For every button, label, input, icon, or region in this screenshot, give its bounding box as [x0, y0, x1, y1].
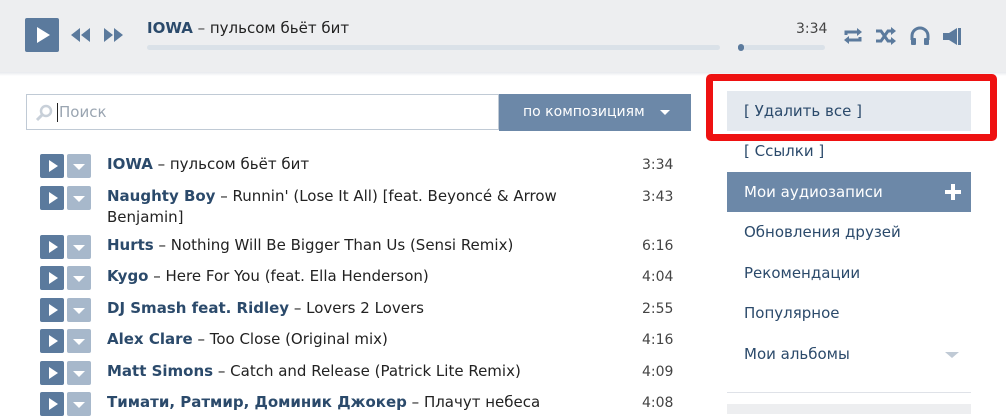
- shuffle-icon: [876, 27, 896, 45]
- plus-icon[interactable]: [945, 184, 961, 200]
- volume-handle[interactable]: [738, 44, 744, 51]
- broadcast-button[interactable]: [941, 25, 963, 47]
- volume-slider[interactable]: [738, 44, 825, 51]
- track-duration: 2:55: [642, 301, 674, 317]
- track-title[interactable]: Lovers 2 Lovers: [306, 299, 424, 317]
- sidebar-item-label: Обновления друзей: [744, 223, 901, 241]
- search-input[interactable]: [59, 95, 489, 129]
- links-label: [ Ссылки ]: [744, 142, 825, 160]
- track-label: Alex Clare – Too Close (Original mix): [107, 330, 388, 348]
- track-more-button[interactable]: [67, 154, 91, 178]
- track-more-button[interactable]: [67, 361, 91, 385]
- delete-all-link[interactable]: [ Удалить все ]: [727, 91, 971, 131]
- track-label: Kygo – Here For You (feat. Ella Henderso…: [107, 267, 429, 285]
- track-more-button[interactable]: [67, 392, 91, 416]
- next-icon: [104, 28, 123, 42]
- previous-track-button[interactable]: [70, 26, 92, 44]
- track-duration: 6:16: [642, 238, 674, 254]
- track-label: DJ Smash feat. Ridley – Lovers 2 Lovers: [107, 299, 424, 317]
- track-artist[interactable]: Hurts: [107, 236, 154, 254]
- track-artist[interactable]: Naughty Boy: [107, 187, 215, 205]
- track-label: Naughty Boy – Runnin' (Lose It All) [fea…: [107, 187, 557, 226]
- sidebar-item-recommendations[interactable]: Рекомендации: [727, 253, 971, 293]
- sidebar-item-my-albums[interactable]: Мои альбомы: [727, 334, 971, 374]
- title-separator: –: [192, 19, 210, 37]
- track-title[interactable]: Runnin' (Lose It All) [feat. Beyoncé & A…: [233, 187, 557, 205]
- now-playing-time: 3:34: [796, 21, 828, 37]
- track-label: Matt Simons – Catch and Release (Patrick…: [107, 362, 521, 380]
- search-filter-label: по композициям: [523, 104, 645, 120]
- search-filter-dropdown[interactable]: по композициям: [499, 94, 691, 131]
- broadcast-icon: [943, 28, 961, 45]
- track-artist[interactable]: Matt Simons: [107, 362, 213, 380]
- sidebar-item-label: Рекомендации: [744, 264, 861, 282]
- track-play-button[interactable]: [40, 186, 64, 210]
- track-label: Hurts – Nothing Will Be Bigger Than Us (…: [107, 236, 514, 254]
- track-more-button[interactable]: [67, 186, 91, 210]
- play-button[interactable]: [25, 18, 59, 52]
- sidebar-divider: [727, 392, 971, 393]
- track-more-button[interactable]: [67, 298, 91, 322]
- track-more-button[interactable]: [67, 266, 91, 290]
- track-title[interactable]: Плачут небеса: [424, 393, 540, 411]
- sidebar-footer-block: [727, 404, 971, 414]
- track-duration: 4:16: [642, 332, 674, 348]
- sidebar-item-label: Мои аудиозаписи: [744, 183, 883, 201]
- track-play-button[interactable]: [40, 329, 64, 353]
- previous-icon: [71, 28, 90, 42]
- track-artist[interactable]: DJ Smash feat. Ridley: [107, 299, 289, 317]
- track-artist[interactable]: IOWA: [107, 155, 153, 173]
- track-duration: 4:08: [642, 395, 674, 411]
- chevron-down-icon: [660, 110, 670, 115]
- track-play-button[interactable]: [40, 392, 64, 416]
- sidebar-item-popular[interactable]: Популярное: [727, 293, 971, 333]
- headphones-button[interactable]: [909, 25, 931, 47]
- track-title[interactable]: Catch and Release (Patrick Lite Remix): [230, 362, 521, 380]
- track-title[interactable]: пульсом бьёт бит: [170, 155, 309, 173]
- next-track-button[interactable]: [102, 26, 124, 44]
- sidebar-item-label: Мои альбомы: [744, 345, 850, 363]
- track-title[interactable]: Here For You (feat. Ella Henderson): [166, 267, 429, 285]
- track-duration: 3:43: [642, 189, 674, 205]
- track-title[interactable]: Too Close (Original mix): [210, 330, 388, 348]
- progress-bar[interactable]: [147, 45, 720, 50]
- headphones-icon: [910, 26, 930, 45]
- track-more-button[interactable]: [67, 329, 91, 353]
- track-more-button[interactable]: [67, 235, 91, 259]
- track-play-button[interactable]: [40, 361, 64, 385]
- shuffle-button[interactable]: [875, 25, 897, 47]
- track-artist[interactable]: Тимати, Ратмир, Доминик Джокер: [107, 393, 407, 411]
- track-duration: 4:04: [642, 269, 674, 285]
- search-icon: [35, 104, 53, 122]
- track-play-button[interactable]: [40, 235, 64, 259]
- track-label: Тимати, Ратмир, Доминик Джокер – Плачут …: [107, 393, 541, 411]
- track-label: IOWA – пульсом бьёт бит: [107, 155, 310, 173]
- track-play-button[interactable]: [40, 154, 64, 178]
- sidebar-item-my-audio[interactable]: Мои аудиозаписи: [727, 172, 971, 212]
- delete-all-label: [ Удалить все ]: [744, 102, 862, 120]
- track-title-continued[interactable]: Benjamin]: [107, 208, 184, 226]
- track-artist[interactable]: Kygo: [107, 267, 148, 285]
- repeat-button[interactable]: [842, 25, 864, 47]
- text-cursor: [57, 103, 58, 122]
- now-playing-artist: IOWA: [147, 19, 193, 37]
- chevron-down-icon[interactable]: [945, 352, 959, 358]
- track-duration: 4:09: [642, 364, 674, 380]
- search-box: [26, 94, 499, 130]
- repeat-icon: [844, 28, 862, 44]
- now-playing-song: пульсом бьёт бит: [209, 19, 350, 37]
- now-playing-title: IOWA – пульсом бьёт бит: [147, 19, 349, 37]
- links-link[interactable]: [ Ссылки ]: [727, 131, 971, 171]
- audio-player-bar: IOWA – пульсом бьёт бит 3:34: [0, 0, 1006, 76]
- track-play-button[interactable]: [40, 298, 64, 322]
- track-duration: 3:34: [642, 157, 674, 173]
- sidebar-item-label: Популярное: [744, 304, 840, 322]
- track-artist[interactable]: Alex Clare: [107, 330, 193, 348]
- track-title[interactable]: Nothing Will Be Bigger Than Us (Sensi Re…: [171, 236, 514, 254]
- sidebar-item-friends-updates[interactable]: Обновления друзей: [727, 212, 971, 252]
- track-play-button[interactable]: [40, 266, 64, 290]
